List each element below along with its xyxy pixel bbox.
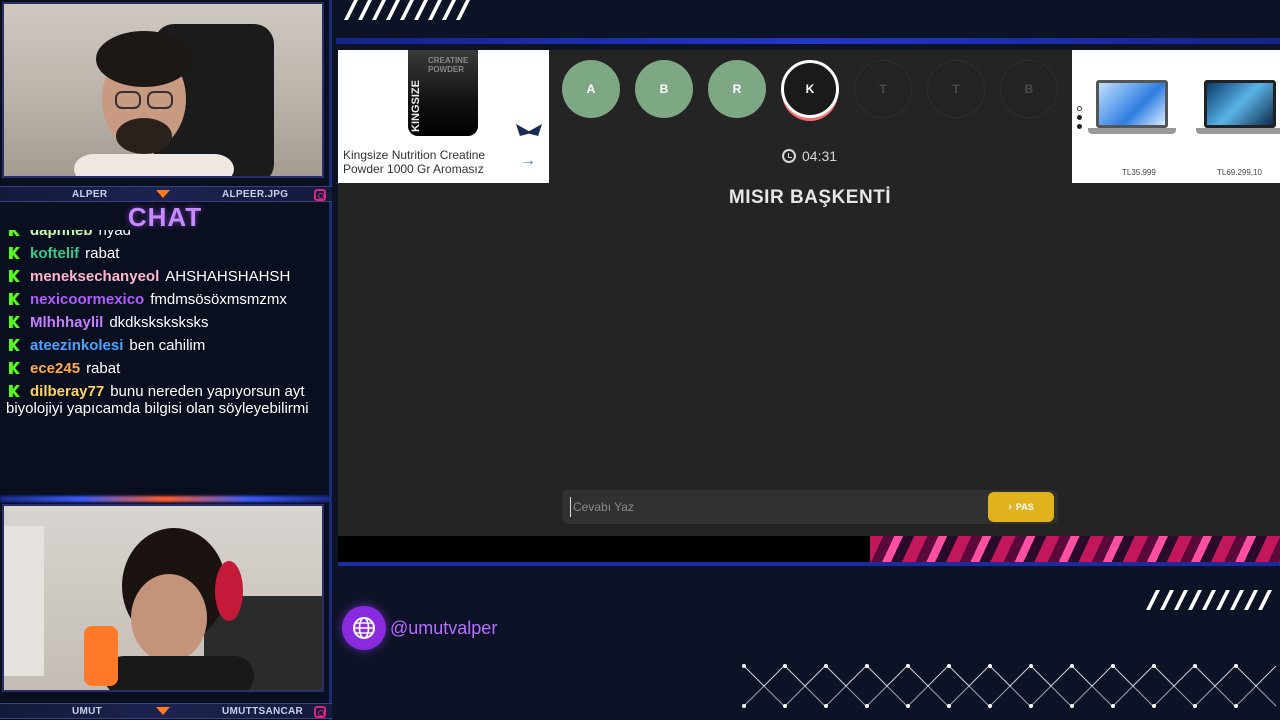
chat-message: ateezinkolesi ben cahilim bbox=[6, 337, 324, 354]
chat-username[interactable]: ateezinkolesi bbox=[30, 337, 123, 354]
pass-label: PAS bbox=[1015, 502, 1034, 512]
kick-icon bbox=[9, 339, 20, 351]
product-brand: KINGSIZE bbox=[410, 80, 422, 132]
price-label: TL69.299,10 bbox=[1217, 168, 1262, 177]
answer-input[interactable] bbox=[570, 497, 970, 517]
chat-message: nexicoormexico fmdmsösöxmsmzmx bbox=[6, 291, 324, 308]
timer-value: 04:31 bbox=[802, 148, 838, 164]
decor-top-line bbox=[336, 38, 1280, 44]
chat-text: rabat bbox=[85, 245, 120, 262]
product-label: CREATINE POWDER bbox=[428, 56, 469, 74]
arrow-right-icon[interactable]: → bbox=[520, 152, 536, 170]
kick-icon bbox=[9, 316, 20, 328]
question-text: MISIR BAŞKENTİ bbox=[728, 187, 892, 208]
globe-icon bbox=[342, 606, 386, 650]
chat-message: koftelif rabat bbox=[6, 245, 324, 262]
letter-circles: ABRKTTB bbox=[562, 60, 1062, 120]
webcam-top-person bbox=[74, 24, 274, 176]
chat-title: CHAT bbox=[127, 202, 203, 232]
chat-text: riyad bbox=[98, 230, 132, 239]
chat-username[interactable]: koftelif bbox=[30, 245, 79, 262]
chat-username[interactable]: Mlhhhaylil bbox=[30, 314, 103, 331]
streamer-name: ALPER bbox=[72, 189, 108, 200]
chat-text: AHSHAHSHAHSH bbox=[165, 268, 291, 285]
kick-icon bbox=[9, 270, 20, 282]
ad-title[interactable]: Kingsize Nutrition Creatine Powder 1000 … bbox=[343, 148, 513, 176]
carousel-dots[interactable] bbox=[1077, 106, 1082, 133]
letter-circle-pending: B bbox=[1000, 60, 1058, 118]
kick-icon bbox=[9, 293, 20, 305]
chat-message: ece245 rabat bbox=[6, 360, 324, 377]
clock-icon bbox=[782, 149, 796, 163]
pass-button[interactable]: › PAS bbox=[988, 492, 1054, 522]
kick-icon bbox=[9, 385, 20, 397]
webcam-top bbox=[2, 2, 324, 178]
letter-circle-done: A bbox=[562, 60, 620, 118]
chat-username[interactable]: ece245 bbox=[30, 360, 80, 377]
decor-pattern bbox=[742, 664, 1277, 708]
ad-left[interactable]: KINGSIZE CREATINE POWDER Kingsize Nutrit… bbox=[338, 50, 549, 183]
chat-box: daphneb riyad koftelif rabat meneksechanyeol… bbox=[0, 230, 330, 496]
letter-circle-pending: T bbox=[927, 60, 985, 118]
triangle-icon bbox=[156, 707, 170, 715]
chat-username[interactable]: daphneb bbox=[30, 230, 93, 239]
webcam-bottom bbox=[2, 504, 324, 692]
chat-message: meneksechanyeol AHSHAHSHAHSH bbox=[6, 268, 324, 285]
timer: 04:31 bbox=[782, 148, 837, 164]
chat-text: dkdksksksksks bbox=[109, 314, 209, 331]
kick-icon bbox=[9, 247, 20, 259]
chat-username[interactable]: meneksechanyeol bbox=[30, 268, 159, 285]
laptop-image[interactable] bbox=[1088, 80, 1176, 140]
chat-username[interactable]: dilberay77 bbox=[30, 383, 104, 400]
kick-icon bbox=[9, 362, 20, 374]
brand-logo-icon bbox=[516, 124, 542, 136]
decor-bottom-strip bbox=[338, 536, 1280, 562]
letter-circle-pending: T bbox=[854, 60, 912, 118]
instagram-icon bbox=[314, 189, 326, 201]
glow-divider bbox=[0, 496, 330, 502]
chevron-right-icon: › bbox=[1008, 501, 1012, 513]
streamer-bar-bottom: UMUT UMUTTSANCAR bbox=[0, 703, 332, 719]
decor-stripes-right bbox=[1146, 590, 1272, 610]
decor-bottom-line bbox=[338, 562, 1280, 566]
ad-right[interactable]: TL35.999 TL69.299,10 bbox=[1072, 50, 1280, 183]
chat-text: rabat bbox=[86, 360, 121, 377]
laptop-image[interactable] bbox=[1196, 80, 1280, 140]
letter-circle-active: K bbox=[781, 60, 839, 118]
instagram-icon bbox=[314, 706, 326, 718]
chat-message: Mlhhhaylil dkdksksksksks bbox=[6, 314, 324, 331]
social-handle: @umutvalper bbox=[390, 618, 498, 638]
chat-text: ben cahilim bbox=[129, 337, 206, 354]
chat-text: fmdmsösöxmsmzmx bbox=[150, 291, 287, 308]
streamer-handle: ALPEER.JPG bbox=[222, 189, 289, 200]
triangle-icon bbox=[156, 190, 170, 198]
streamer-bar-top: ALPER ALPEER.JPG bbox=[0, 186, 332, 202]
letter-circle-done: B bbox=[635, 60, 693, 118]
answer-bar: ›PAS bbox=[562, 490, 1058, 524]
price-label: TL35.999 bbox=[1122, 168, 1156, 177]
decor-stripes-top bbox=[344, 0, 470, 20]
letter-circle-done: R bbox=[708, 60, 766, 118]
streamer-name: UMUT bbox=[72, 706, 103, 717]
streamer-handle: UMUTTSANCAR bbox=[222, 706, 304, 717]
chat-message: dilberay77 bunu nereden yapıyorsun ayt bi… bbox=[6, 383, 324, 417]
webcam-bottom-person bbox=[4, 526, 322, 690]
kick-icon bbox=[9, 230, 20, 236]
chat-message: daphneb riyad bbox=[6, 230, 324, 239]
left-column: ALPER ALPEER.JPG CHAT daphneb riyad koftel… bbox=[0, 0, 332, 720]
chat-username[interactable]: nexicoormexico bbox=[30, 291, 144, 308]
